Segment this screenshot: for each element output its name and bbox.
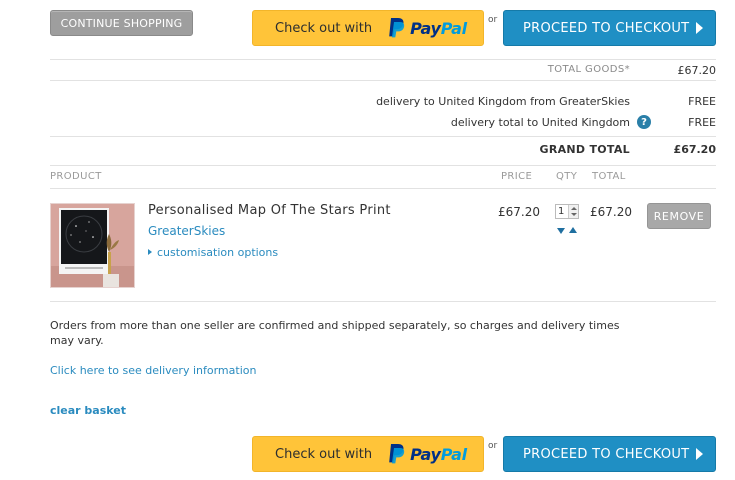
divider bbox=[50, 59, 716, 60]
paypal-prefix-text: Check out with bbox=[275, 446, 373, 462]
increase-quantity-icon[interactable] bbox=[569, 227, 577, 233]
checkout-label: PROCEED TO CHECKOUT bbox=[523, 20, 690, 36]
continue-shopping-button[interactable]: CONTINUE SHOPPING bbox=[50, 10, 193, 36]
decrease-quantity-icon[interactable] bbox=[557, 228, 565, 234]
paypal-checkout-button-bottom[interactable]: Check out with PayPal bbox=[252, 436, 484, 472]
paypal-word-pal: Pal bbox=[440, 444, 467, 464]
or-separator-bottom: or bbox=[488, 441, 498, 451]
delivery-from-value: FREE bbox=[688, 95, 716, 108]
proceed-to-checkout-button-top[interactable]: PROCEED TO CHECKOUT bbox=[503, 10, 716, 46]
customisation-options-link[interactable]: customisation options bbox=[148, 246, 278, 259]
grand-total-label: GRAND TOTAL bbox=[539, 143, 630, 156]
quantity-value: 1 bbox=[558, 206, 565, 217]
total-goods-value: £67.20 bbox=[677, 64, 717, 77]
delivery-information-link[interactable]: Click here to see delivery information bbox=[50, 364, 256, 377]
divider bbox=[50, 301, 716, 302]
item-price: £67.20 bbox=[498, 205, 540, 219]
remove-item-button[interactable]: REMOVE bbox=[647, 203, 711, 229]
checkout-label: PROCEED TO CHECKOUT bbox=[523, 446, 690, 462]
seller-link[interactable]: GreaterSkies bbox=[148, 224, 225, 238]
chevron-right-icon bbox=[696, 448, 703, 460]
quantity-spinner[interactable] bbox=[568, 205, 578, 218]
divider bbox=[50, 188, 716, 189]
divider bbox=[50, 165, 716, 166]
delivery-total-value: FREE bbox=[688, 116, 716, 129]
paypal-checkout-button-top[interactable]: Check out with PayPal bbox=[252, 10, 484, 46]
item-total: £67.20 bbox=[590, 205, 632, 219]
paypal-word-pay: Pay bbox=[410, 444, 441, 464]
clear-basket-link[interactable]: clear basket bbox=[50, 404, 126, 417]
chevron-right-icon bbox=[696, 22, 703, 34]
paypal-word-pal: Pal bbox=[440, 18, 467, 38]
proceed-to-checkout-button-bottom[interactable]: PROCEED TO CHECKOUT bbox=[503, 436, 716, 472]
grand-total-value: £67.20 bbox=[673, 143, 716, 156]
total-goods-label: TOTAL GOODS* bbox=[547, 64, 630, 75]
caret-right-icon bbox=[148, 249, 152, 255]
star-map-print-image bbox=[51, 204, 134, 287]
paypal-logo-icon bbox=[389, 18, 405, 38]
spinner-down-icon bbox=[571, 213, 577, 216]
customisation-options-label: customisation options bbox=[157, 246, 279, 259]
shipping-note: Orders from more than one seller are con… bbox=[50, 319, 620, 347]
help-question-icon[interactable]: ? bbox=[637, 115, 651, 129]
product-title[interactable]: Personalised Map Of The Stars Print bbox=[148, 203, 391, 218]
or-separator-top: or bbox=[488, 15, 498, 25]
divider bbox=[50, 80, 716, 81]
delivery-total-label: delivery total to United Kingdom bbox=[450, 116, 630, 129]
column-header-qty: QTY bbox=[556, 171, 578, 182]
divider bbox=[50, 136, 716, 137]
paypal-prefix-text: Check out with bbox=[275, 20, 373, 36]
column-header-price: PRICE bbox=[501, 171, 533, 182]
column-header-total: TOTAL bbox=[592, 171, 626, 182]
quantity-input[interactable]: 1 bbox=[555, 204, 579, 219]
product-thumbnail[interactable] bbox=[50, 203, 135, 288]
paypal-logo-icon bbox=[389, 444, 405, 464]
paypal-word-pay: Pay bbox=[410, 18, 441, 38]
spinner-up-icon bbox=[571, 207, 577, 210]
column-header-product: PRODUCT bbox=[50, 171, 102, 182]
delivery-from-label: delivery to United Kingdom from GreaterS… bbox=[376, 95, 630, 108]
